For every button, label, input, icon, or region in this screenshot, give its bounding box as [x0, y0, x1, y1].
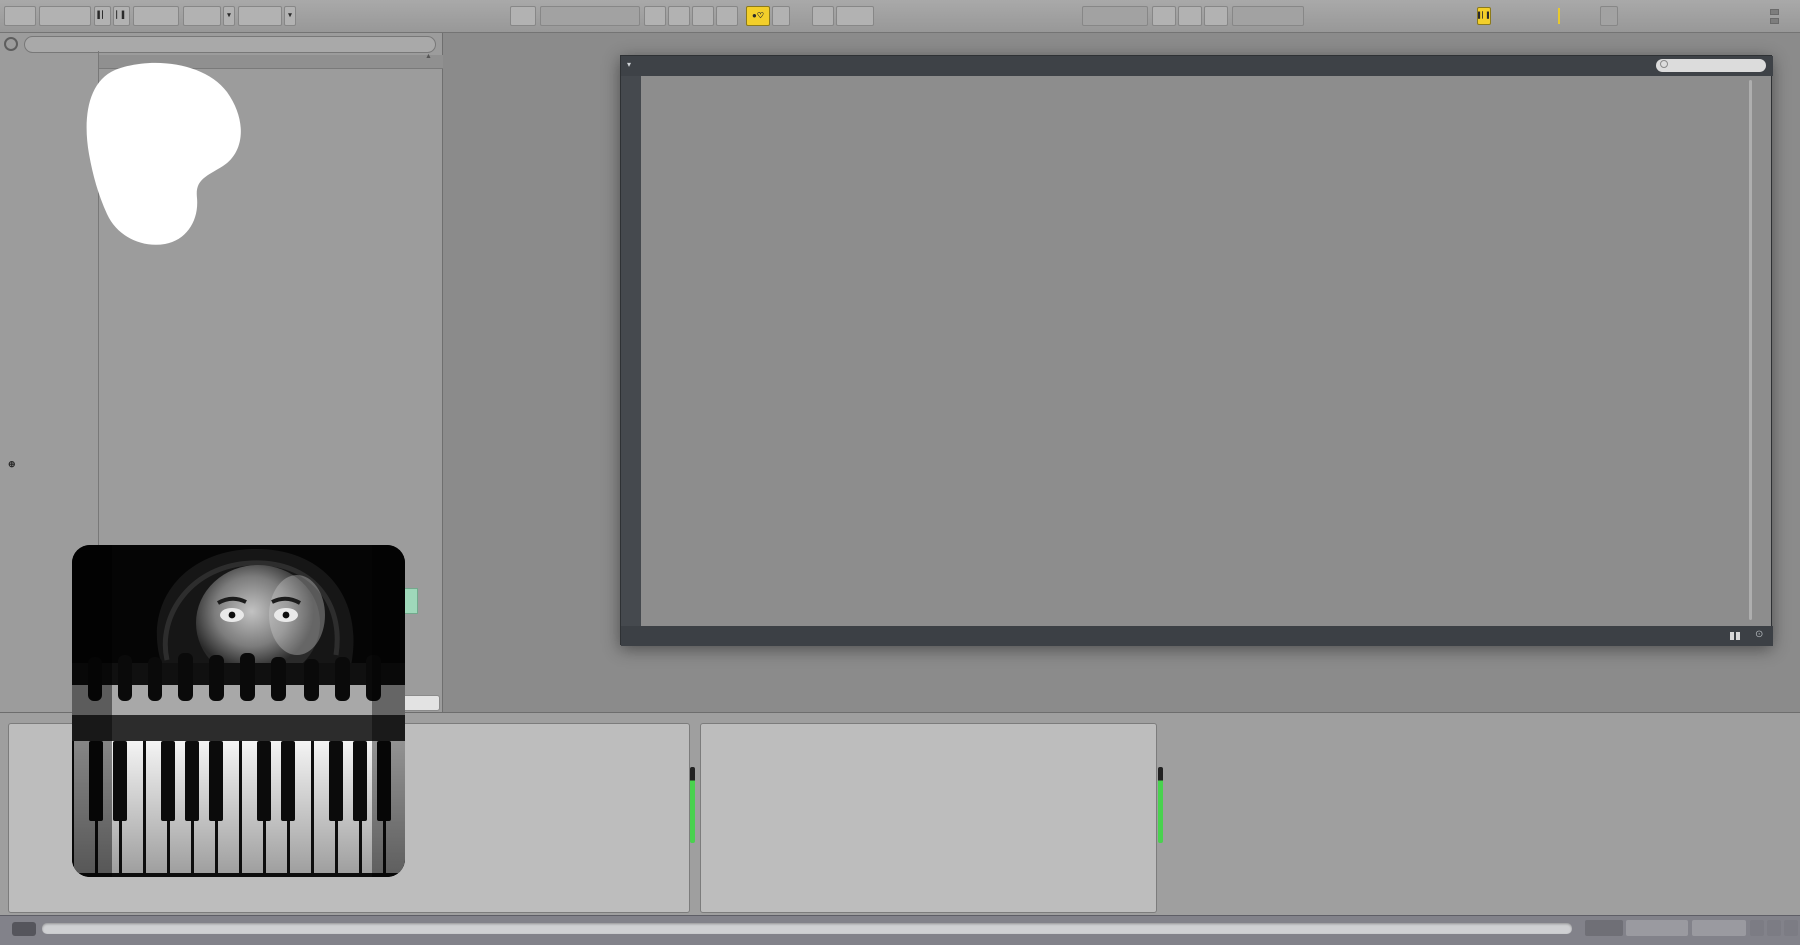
- max-grid-icon[interactable]: [1725, 630, 1745, 642]
- sort-arrow-icon: ▲: [425, 53, 432, 60]
- max-bottom-toolbar: ⊙: [621, 626, 1773, 646]
- overload-indicator: [1600, 6, 1618, 26]
- new-button[interactable]: [836, 6, 874, 26]
- quantize-chevron[interactable]: ▾: [284, 6, 296, 26]
- max-right-toolbar: [1757, 216, 1773, 416]
- arrangement-position[interactable]: [540, 6, 640, 26]
- draw-mode-button[interactable]: [1458, 6, 1476, 26]
- quantize-menu[interactable]: [238, 6, 282, 26]
- follow-button[interactable]: [510, 6, 536, 26]
- loop-button[interactable]: [1178, 6, 1202, 26]
- nudge-up-button[interactable]: ▏▌: [113, 6, 130, 26]
- transport-bar: ▌▏ ▏▌ ▾ ▾ ●♡ ▌▏▌: [0, 0, 1800, 33]
- status-box-2: [1626, 920, 1688, 936]
- tap-button[interactable]: [4, 6, 36, 26]
- max-top-toolbar: ▾: [621, 56, 1773, 76]
- time-signature-field[interactable]: [133, 6, 179, 26]
- status-bar: [0, 915, 1800, 945]
- punch-out-button[interactable]: [1204, 6, 1228, 26]
- midi-in-led: [1770, 9, 1779, 15]
- max-search-icon: [1660, 60, 1668, 68]
- status-icon-3[interactable]: [1784, 920, 1798, 936]
- automation-arm-button[interactable]: ●♡: [746, 6, 770, 26]
- max-patch-canvas[interactable]: [641, 76, 1753, 626]
- loop-start-field[interactable]: [1082, 6, 1148, 26]
- computer-midi-keyboard-button[interactable]: ▌▏▌: [1477, 7, 1491, 25]
- device-meter-left: [690, 767, 695, 843]
- groove-chevron[interactable]: ▾: [223, 6, 235, 26]
- stop-button[interactable]: [668, 6, 690, 26]
- loop-length-field[interactable]: [1232, 6, 1304, 26]
- status-icon-2[interactable]: [1767, 920, 1781, 936]
- max-power-icon[interactable]: ⊙: [1755, 629, 1763, 640]
- status-left-box[interactable]: [12, 922, 36, 936]
- nudge-down-button[interactable]: ▌▏: [94, 6, 111, 26]
- reverb-device: [700, 723, 1157, 913]
- browser-collapse-icon[interactable]: [4, 37, 18, 51]
- max-zoom-menu[interactable]: ▾: [627, 60, 631, 69]
- device-meter-right: [1158, 767, 1163, 843]
- midi-indicator: [1558, 8, 1560, 24]
- places-list: [0, 273, 110, 463]
- max-search-field[interactable]: [1656, 59, 1766, 72]
- midi-out-led: [1770, 18, 1779, 24]
- add-folder-icon: ⊕: [8, 455, 22, 473]
- status-box-1: [1585, 920, 1623, 936]
- cpu-meter: [1562, 6, 1598, 26]
- tempo-field[interactable]: [39, 6, 91, 26]
- punch-in-button[interactable]: [1152, 6, 1176, 26]
- webcam-overlay: [72, 545, 405, 877]
- reenable-automation-button[interactable]: [772, 6, 790, 26]
- groove-amount[interactable]: [183, 6, 221, 26]
- status-box-3: [1692, 920, 1746, 936]
- ableton-live-window: ▌▏ ▏▌ ▾ ▾ ●♡ ▌▏▌: [0, 0, 1800, 945]
- overdub-button[interactable]: [716, 6, 738, 26]
- max-right-scrollbar[interactable]: [1749, 80, 1752, 620]
- max-patcher-window: ▾ ⊙: [620, 55, 1772, 645]
- max-left-toolbar: [621, 76, 641, 626]
- status-progress-bar[interactable]: [42, 923, 1572, 934]
- device-drop-area[interactable]: [1162, 723, 1792, 913]
- cursor-blob-overlay: [55, 48, 265, 263]
- record-button[interactable]: [692, 6, 714, 26]
- play-button[interactable]: [644, 6, 666, 26]
- session-record-button[interactable]: [812, 6, 834, 26]
- status-icon-1[interactable]: [1750, 920, 1764, 936]
- midi-map-button[interactable]: [1520, 6, 1556, 26]
